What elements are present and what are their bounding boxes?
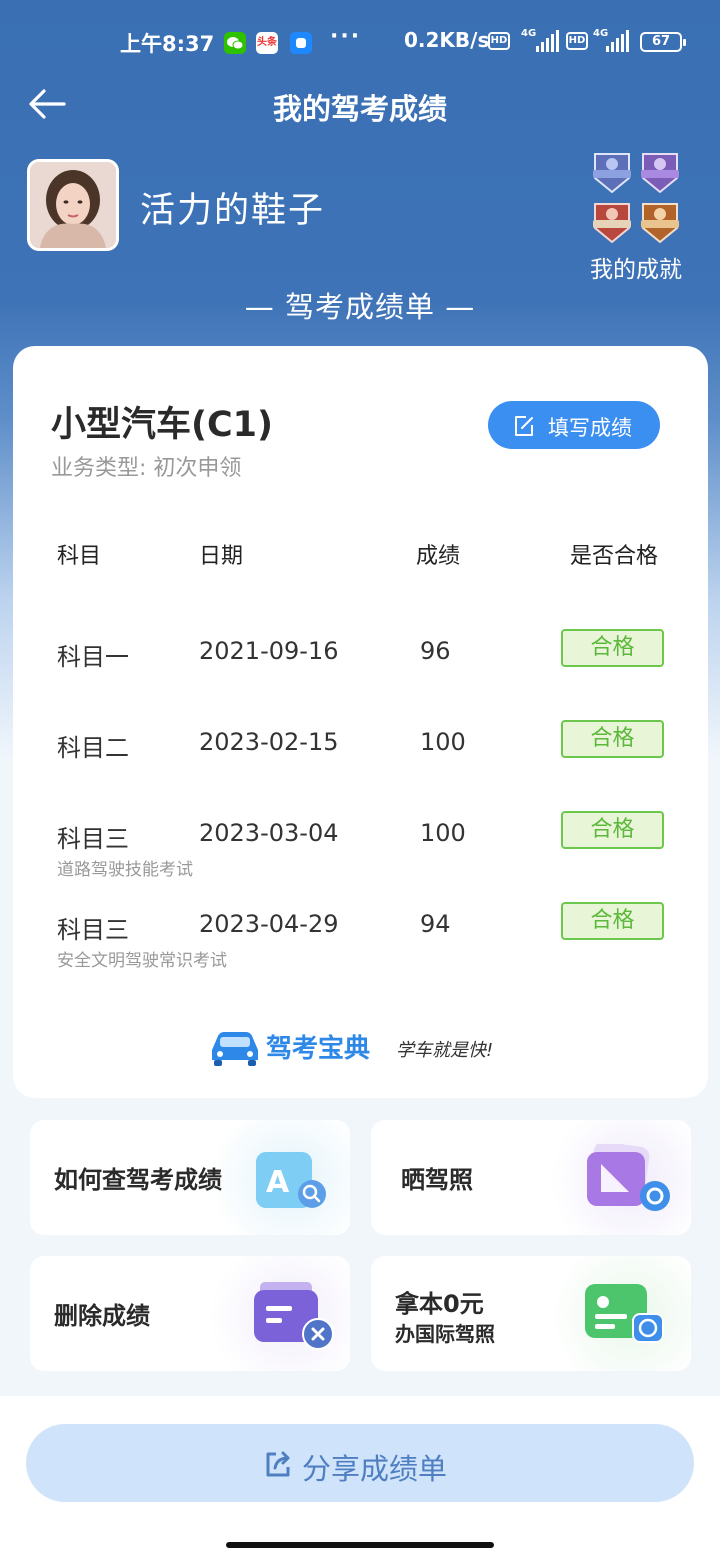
intl-license-line2: 办国际驾照: [395, 1322, 495, 1346]
brand-slogan: 学车就是快!: [396, 1040, 494, 1061]
row-subject: 科目三: [57, 916, 129, 944]
row-date: 2023-03-04: [199, 819, 339, 847]
show-license-tile[interactable]: 晒驾照: [371, 1120, 691, 1235]
hd-badge: HD: [488, 32, 510, 50]
row-score: 96: [420, 637, 451, 665]
how-to-check-scores-tile[interactable]: 如何查驾考成绩 A: [30, 1120, 350, 1235]
column-score: 成绩: [416, 544, 461, 569]
status-time: 上午8:37: [120, 32, 215, 56]
share-report-button[interactable]: 分享成绩单: [26, 1424, 694, 1502]
row-note: 道路驾驶技能考试: [57, 860, 193, 880]
username: 活力的鞋子: [140, 191, 326, 231]
share-report-label: 分享成绩单: [302, 1452, 448, 1486]
share-icon: [266, 1451, 290, 1477]
toutiao-icon: 头条: [256, 32, 278, 54]
fill-score-button[interactable]: 填写成绩: [488, 401, 660, 449]
fill-score-label: 填写成绩: [548, 416, 632, 440]
achievements-label: 我的成就: [590, 257, 682, 283]
pass-badge: 合格: [561, 902, 664, 940]
row-subject: 科目二: [57, 734, 129, 762]
signal-icon: [536, 30, 560, 52]
avatar[interactable]: [27, 159, 119, 251]
svg-text:A: A: [266, 1165, 290, 1200]
car-logo-icon: [212, 1032, 258, 1066]
status-bar: 上午8:37 头条 ··· 0.2KB/s HD 4G HD 4G 67: [0, 24, 720, 60]
column-subject: 科目: [57, 544, 102, 569]
network-type: 4G: [521, 28, 537, 39]
column-date: 日期: [199, 544, 244, 569]
achievement-badge-icon: [593, 153, 631, 194]
edit-icon: [515, 416, 533, 436]
row-subject: 科目三: [57, 825, 129, 853]
row-score: 94: [420, 910, 451, 938]
how-to-check-scores-label: 如何查驾考成绩: [54, 1166, 222, 1194]
battery-indicator: 67: [640, 32, 686, 52]
international-license-tile[interactable]: 拿本0元 办国际驾照: [371, 1256, 691, 1371]
search-document-icon: A: [256, 1152, 326, 1208]
column-passed: 是否合格: [570, 544, 659, 569]
delete-scores-tile[interactable]: 删除成绩: [30, 1256, 350, 1371]
score-card: 小型汽车(C1) 业务类型: 初次申领 填写成绩 科目 日期 成绩 是否合格 科…: [13, 346, 708, 1098]
app-notification-icon: [290, 32, 312, 54]
pass-badge: 合格: [561, 811, 664, 849]
home-indicator: [226, 1542, 494, 1548]
achievement-badge-icon: [593, 203, 631, 244]
vehicle-type: 小型汽车(C1): [51, 405, 274, 445]
net-speed: 0.2KB/s: [404, 28, 490, 52]
pass-badge: 合格: [561, 720, 664, 758]
row-date: 2023-04-29: [199, 910, 339, 938]
row-date: 2023-02-15: [199, 728, 339, 756]
table-row: 科目三 2023-03-04 100 合格 道路驾驶技能考试: [13, 811, 708, 899]
signal-icon-2: [606, 30, 630, 52]
show-license-label: 晒驾照: [401, 1166, 473, 1194]
business-type: 业务类型: 初次申领: [51, 456, 242, 481]
hd-badge-2: HD: [566, 32, 588, 50]
row-score: 100: [420, 819, 466, 847]
pass-badge: 合格: [561, 629, 664, 667]
wechat-icon: [224, 32, 246, 54]
table-row: 科目三 2023-04-29 94 合格 安全文明驾驶常识考试: [13, 902, 708, 990]
intl-license-line1: 拿本0元: [395, 1290, 484, 1318]
delete-card-icon: [254, 1282, 334, 1350]
my-achievements[interactable]: 我的成就: [583, 150, 689, 283]
row-date: 2021-09-16: [199, 637, 339, 665]
delete-scores-label: 删除成绩: [54, 1302, 150, 1330]
more-notifications-icon: ···: [330, 24, 362, 49]
table-row: 科目一 2021-09-16 96 合格: [13, 629, 708, 717]
achievement-badge-icon: [641, 153, 679, 194]
photo-camera-icon: [587, 1144, 670, 1211]
row-score: 100: [420, 728, 466, 756]
table-row: 科目二 2023-02-15 100 合格: [13, 720, 708, 808]
page-title: 我的驾考成绩: [272, 92, 447, 126]
brand-name: 驾考宝典: [266, 1034, 371, 1064]
row-subject: 科目一: [57, 643, 129, 671]
row-note: 安全文明驾驶常识考试: [57, 951, 227, 971]
report-title: — 驾考成绩单 —: [244, 290, 476, 324]
id-card-globe-icon: [585, 1284, 664, 1343]
brand-logo: 驾考宝典 学车就是快!: [208, 1026, 528, 1070]
achievement-badge-icon: [641, 203, 679, 244]
